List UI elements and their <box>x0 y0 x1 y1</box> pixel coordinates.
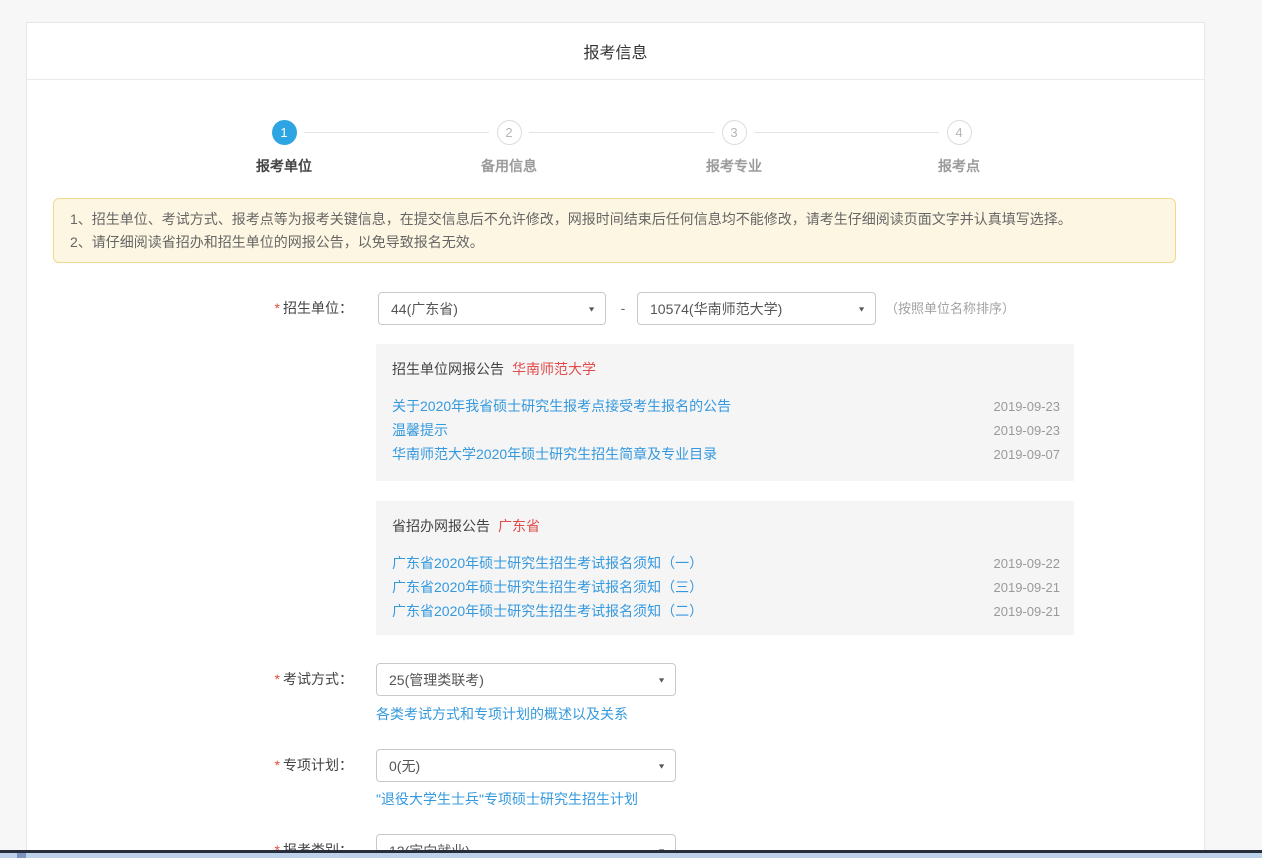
step-3-label: 报考专业 <box>659 156 809 176</box>
required-asterisk: * <box>275 300 280 316</box>
caret-down-icon: ▼ <box>587 305 596 313</box>
notice-line-2: 2、请仔细阅读省招办和招生单位的网报公告，以免导致报名无效。 <box>70 231 1159 254</box>
caret-down-icon: ▼ <box>857 305 866 313</box>
taskbar-sliver-fragment <box>17 853 26 858</box>
special-plan-label-text: 专项计划： <box>283 757 353 773</box>
unit-notice-highlight: 华南师范大学 <box>512 361 596 377</box>
unit-label-text: 招生单位： <box>283 300 353 316</box>
notice-date: 2019-09-23 <box>994 423 1061 438</box>
card-header: 报考信息 <box>27 23 1204 80</box>
step-2-circle: 2 <box>497 120 522 145</box>
step-4-label: 报考点 <box>884 156 1034 176</box>
notice-link[interactable]: 温馨提示 <box>392 420 448 440</box>
province-select[interactable]: 44(广东省) ▼ <box>378 292 606 325</box>
notice-date: 2019-09-23 <box>994 399 1061 414</box>
step-1-circle: 1 <box>272 120 297 145</box>
province-notice-panel: 省招办网报公告广东省 广东省2020年硕士研究生招生考试报名须知（一） 2019… <box>376 501 1074 635</box>
step-indicator: 1 报考单位 2 备用信息 3 报考专业 4 报考点 <box>27 110 1204 190</box>
school-select[interactable]: 10574(华南师范大学) ▼ <box>637 292 876 325</box>
unit-notice-header: 招生单位网报公告华南师范大学 <box>392 359 1060 379</box>
unit-separator: - <box>611 292 635 325</box>
notice-link[interactable]: 广东省2020年硕士研究生招生考试报名须知（一） <box>392 553 703 573</box>
notice-date: 2019-09-21 <box>994 580 1061 595</box>
province-notice-list: 广东省2020年硕士研究生招生考试报名须知（一） 2019-09-22 广东省2… <box>392 551 1060 623</box>
page-title: 报考信息 <box>583 39 647 63</box>
notice-date: 2019-09-21 <box>994 604 1061 619</box>
notice-row: 广东省2020年硕士研究生招生考试报名须知（二） 2019-09-21 <box>392 599 1060 623</box>
step-3-circle: 3 <box>722 120 747 145</box>
application-info-card: 报考信息 1 报考单位 2 备用信息 3 报考专业 4 报考点 1、招生单位、考… <box>26 22 1205 858</box>
province-notice-header: 省招办网报公告广东省 <box>392 516 1060 536</box>
step-1-label: 报考单位 <box>209 156 359 176</box>
exam-method-label: *考试方式： <box>27 663 353 696</box>
notice-link[interactable]: 关于2020年我省硕士研究生报考点接受考生报名的公告 <box>392 396 731 416</box>
notice-row: 温馨提示 2019-09-23 <box>392 418 1060 442</box>
step-4-circle: 4 <box>947 120 972 145</box>
caret-down-icon: ▼ <box>657 676 666 684</box>
taskbar-sliver <box>0 853 1262 858</box>
notice-date: 2019-09-07 <box>994 447 1061 462</box>
notice-row: 广东省2020年硕士研究生招生考试报名须知（一） 2019-09-22 <box>392 551 1060 575</box>
unit-notice-panel: 招生单位网报公告华南师范大学 关于2020年我省硕士研究生报考点接受考生报名的公… <box>376 344 1074 481</box>
unit-notice-title: 招生单位网报公告 <box>392 361 504 377</box>
unit-notice-list: 关于2020年我省硕士研究生报考点接受考生报名的公告 2019-09-23 温馨… <box>392 394 1060 466</box>
notice-line-1: 1、招生单位、考试方式、报考点等为报考关键信息，在提交信息后不允许修改，网报时间… <box>70 208 1159 231</box>
notice-link[interactable]: 华南师范大学2020年硕士研究生招生简章及专业目录 <box>392 444 717 464</box>
special-plan-label: *专项计划： <box>27 749 353 782</box>
caret-down-icon: ▼ <box>657 762 666 770</box>
province-select-value: 44(广东省) <box>391 299 458 319</box>
special-plan-select[interactable]: 0(无) ▼ <box>376 749 676 782</box>
step-item-4: 4 报考点 <box>884 120 1034 176</box>
step-2-label: 备用信息 <box>434 156 584 176</box>
required-asterisk: * <box>275 757 280 773</box>
province-notice-highlight: 广东省 <box>498 518 540 534</box>
step-item-1: 1 报考单位 <box>209 120 359 176</box>
notice-row: 华南师范大学2020年硕士研究生招生简章及专业目录 2019-09-07 <box>392 442 1060 466</box>
school-select-value: 10574(华南师范大学) <box>650 299 782 319</box>
province-notice-title: 省招办网报公告 <box>392 518 490 534</box>
notice-date: 2019-09-22 <box>994 556 1061 571</box>
exam-method-select-value: 25(管理类联考) <box>389 670 484 690</box>
exam-method-label-text: 考试方式： <box>283 671 353 687</box>
notice-row: 关于2020年我省硕士研究生报考点接受考生报名的公告 2019-09-23 <box>392 394 1060 418</box>
notice-link[interactable]: 广东省2020年硕士研究生招生考试报名须知（二） <box>392 601 703 621</box>
special-plan-select-value: 0(无) <box>389 756 420 776</box>
required-asterisk: * <box>275 671 280 687</box>
step-item-2: 2 备用信息 <box>434 120 584 176</box>
unit-sort-hint: （按照单位名称排序） <box>885 292 1015 325</box>
unit-field-label: *招生单位： <box>27 292 353 325</box>
notice-box: 1、招生单位、考试方式、报考点等为报考关键信息，在提交信息后不允许修改，网报时间… <box>53 198 1176 263</box>
exam-method-help-link[interactable]: 各类考试方式和专项计划的概述以及关系 <box>376 707 628 721</box>
notice-link[interactable]: 广东省2020年硕士研究生招生考试报名须知（三） <box>392 577 703 597</box>
notice-row: 广东省2020年硕士研究生招生考试报名须知（三） 2019-09-21 <box>392 575 1060 599</box>
exam-method-select[interactable]: 25(管理类联考) ▼ <box>376 663 676 696</box>
page: { "page": { "title": "报考信息" }, "colors":… <box>0 0 1262 858</box>
special-plan-help-link[interactable]: "退役大学生士兵"专项硕士研究生招生计划 <box>376 792 638 806</box>
step-item-3: 3 报考专业 <box>659 120 809 176</box>
